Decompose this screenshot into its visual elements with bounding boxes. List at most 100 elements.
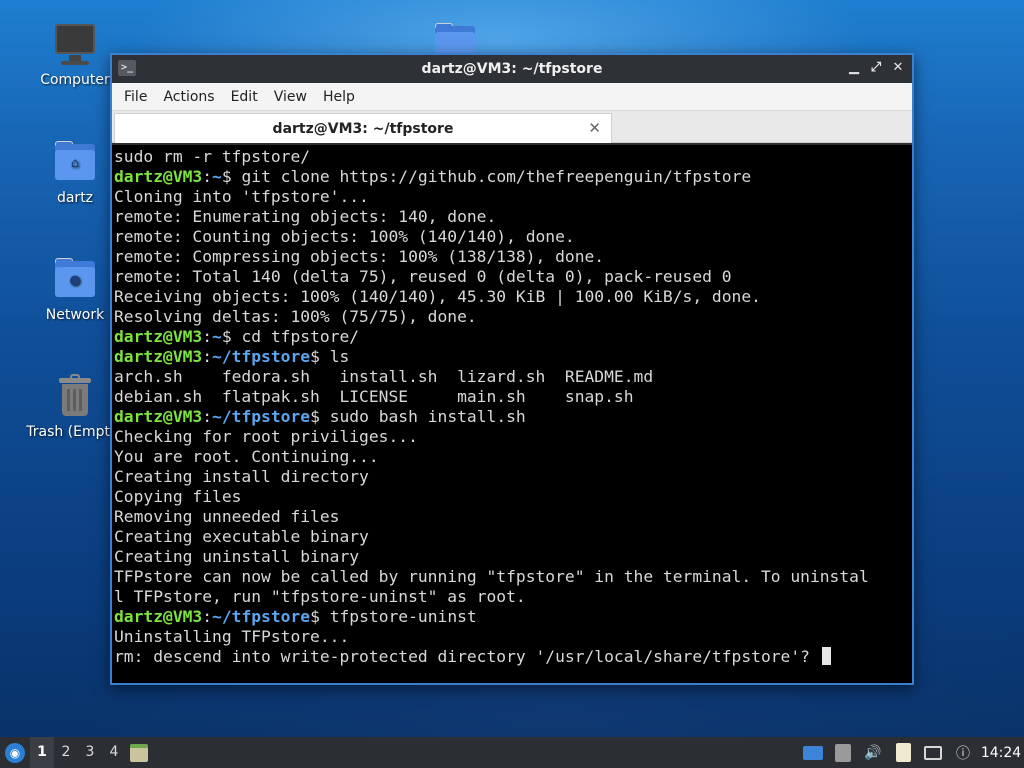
output-text: remote: Enumerating objects: 140, done. (114, 207, 497, 226)
output-text: remote: Total 140 (delta 75), reused 0 (… (114, 267, 732, 286)
taskbar-app-button[interactable] (126, 737, 152, 768)
terminal-line: Creating install directory (114, 467, 912, 487)
prompt-path: ~/tfpstore (212, 347, 311, 366)
terminal-line: Creating executable binary (114, 527, 912, 547)
command-text: cd tfpstore/ (241, 327, 360, 346)
output-text: Copying files (114, 487, 242, 506)
close-button[interactable]: ✕ (890, 59, 906, 77)
info-icon[interactable]: ⓘ (948, 737, 978, 768)
menu-view[interactable]: View (266, 89, 315, 105)
terminal-line: dartz@VM3:~/tfpstore$ sudo bash install.… (114, 407, 912, 427)
prompt-separator: : (202, 347, 213, 366)
prompt-user: dartz@VM3 (114, 347, 203, 366)
terminal-line: rm: descend into write-protected directo… (114, 647, 912, 667)
output-text: arch.sh fedora.sh install.sh lizard.sh R… (114, 367, 654, 386)
terminal-line: Receiving objects: 100% (140/140), 45.30… (114, 287, 912, 307)
terminal-line: Removing unneeded files (114, 507, 912, 527)
output-text: You are root. Continuing... (114, 447, 379, 466)
output-text: sudo rm -r tfpstore/ (114, 147, 311, 166)
terminal-line: remote: Counting objects: 100% (140/140)… (114, 227, 912, 247)
terminal-line: remote: Total 140 (delta 75), reused 0 (… (114, 267, 912, 287)
terminal-line: dartz@VM3:~/tfpstore$ ls (114, 347, 912, 367)
tray-desktop-icon[interactable] (798, 737, 828, 768)
system-tray: 🔊 ⓘ 14:24 (798, 737, 1024, 768)
start-menu-button[interactable]: ◉ (0, 737, 30, 768)
terminal-line: Cloning into 'tfpstore'... (114, 187, 912, 207)
prompt-separator: : (202, 167, 213, 186)
terminal-window[interactable]: >_ dartz@VM3: ~/tfpstore ▁ ⤢ ✕ File Acti… (110, 53, 914, 685)
workspace-3[interactable]: 3 (78, 737, 102, 768)
prompt-user: dartz@VM3 (114, 167, 203, 186)
terminal-output[interactable]: sudo rm -r tfpstore/dartz@VM3:~$ git clo… (112, 145, 912, 683)
output-text: l TFPstore, run "tfpstore-uninst" as roo… (114, 587, 526, 606)
workspace-2[interactable]: 2 (54, 737, 78, 768)
menu-edit[interactable]: Edit (223, 89, 266, 105)
terminal-line: Checking for root priviliges... (114, 427, 912, 447)
command-text: sudo bash install.sh (329, 407, 526, 426)
tab-bar: dartz@VM3: ~/tfpstore ✕ (112, 111, 912, 143)
clipboard-icon[interactable] (888, 737, 918, 768)
prompt-user: dartz@VM3 (114, 407, 203, 426)
terminal-line: dartz@VM3:~$ cd tfpstore/ (114, 327, 912, 347)
volume-icon[interactable]: 🔊 (858, 737, 888, 768)
prompt-separator: : (202, 407, 213, 426)
home-folder-icon: ⌂ (53, 140, 97, 184)
prompt-separator: : (202, 327, 213, 346)
maximize-button[interactable]: ⤢ (868, 59, 884, 77)
terminal-line: Copying files (114, 487, 912, 507)
output-text: Uninstalling TFPstore... (114, 627, 350, 646)
network-folder-icon: ● (53, 257, 97, 301)
trash-icon (53, 374, 97, 418)
terminal-line: debian.sh flatpak.sh LICENSE main.sh sna… (114, 387, 912, 407)
clock[interactable]: 14:24 (978, 745, 1024, 761)
prompt-symbol: $ (310, 407, 330, 426)
menu-actions[interactable]: Actions (155, 89, 222, 105)
output-text: Checking for root priviliges... (114, 427, 418, 446)
output-text: debian.sh flatpak.sh LICENSE main.sh sna… (114, 387, 634, 406)
terminal-line: TFPstore can now be called by running "t… (114, 567, 912, 587)
taskbar: ◉ 1 2 3 4 🔊 ⓘ 14:24 (0, 737, 1024, 768)
workspace-1[interactable]: 1 (30, 737, 54, 768)
menu-file[interactable]: File (116, 89, 155, 105)
tray-update-icon[interactable] (828, 737, 858, 768)
prompt-user: dartz@VM3 (114, 607, 203, 626)
output-text: TFPstore can now be called by running "t… (114, 567, 869, 586)
terminal-app-icon: >_ (118, 60, 136, 76)
output-text: remote: Compressing objects: 100% (138/1… (114, 247, 605, 266)
minimize-button[interactable]: ▁ (846, 59, 862, 77)
prompt-path: ~/tfpstore (212, 607, 311, 626)
output-text: Creating install directory (114, 467, 369, 486)
window-title: dartz@VM3: ~/tfpstore (421, 61, 603, 77)
menu-help[interactable]: Help (315, 89, 363, 105)
tab-label: dartz@VM3: ~/tfpstore (272, 120, 454, 137)
window-controls: ▁ ⤢ ✕ (846, 59, 906, 77)
output-text: Resolving deltas: 100% (75/75), done. (114, 307, 477, 326)
output-text: Receiving objects: 100% (140/140), 45.30… (114, 287, 761, 306)
command-text: ls (329, 347, 350, 366)
terminal-line: You are root. Continuing... (114, 447, 912, 467)
app-icon (130, 743, 148, 762)
terminal-line: dartz@VM3:~/tfpstore$ tfpstore-uninst (114, 607, 912, 627)
prompt-path: ~ (212, 327, 222, 346)
tab-close-icon[interactable]: ✕ (588, 119, 601, 137)
prompt-path: ~ (212, 167, 222, 186)
text-cursor (821, 647, 831, 665)
output-text: Creating executable binary (114, 527, 369, 546)
tab-terminal[interactable]: dartz@VM3: ~/tfpstore ✕ (114, 113, 612, 143)
prompt-symbol: $ (221, 327, 242, 346)
terminal-line: Uninstalling TFPstore... (114, 627, 912, 647)
workspace-4[interactable]: 4 (102, 737, 126, 768)
terminal-line: l TFPstore, run "tfpstore-uninst" as roo… (114, 587, 912, 607)
prompt-separator: : (202, 607, 213, 626)
prompt-symbol: $ (221, 167, 242, 186)
network-icon[interactable] (918, 737, 948, 768)
prompt-path: ~/tfpstore (212, 407, 311, 426)
terminal-line: sudo rm -r tfpstore/ (114, 147, 912, 167)
terminal-line: Creating uninstall binary (114, 547, 912, 567)
terminal-line: Resolving deltas: 100% (75/75), done. (114, 307, 912, 327)
prompt-user: dartz@VM3 (114, 327, 203, 346)
output-text: remote: Counting objects: 100% (140/140)… (114, 227, 575, 246)
window-titlebar[interactable]: >_ dartz@VM3: ~/tfpstore ▁ ⤢ ✕ (112, 55, 912, 83)
output-text: rm: descend into write-protected directo… (114, 647, 820, 666)
output-text: Creating uninstall binary (114, 547, 360, 566)
